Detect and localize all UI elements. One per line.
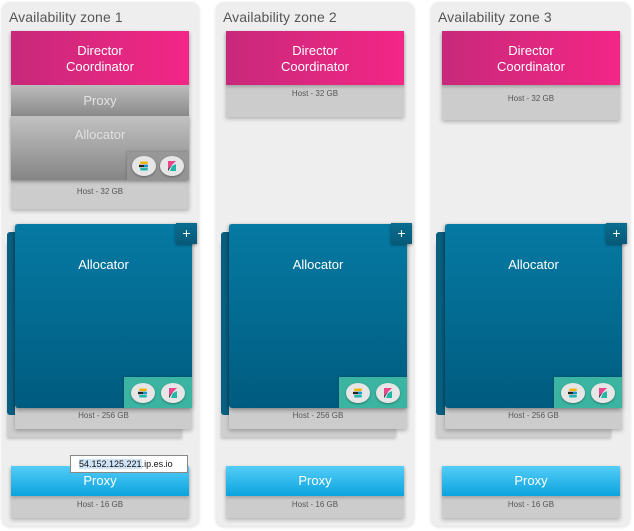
zone-title: Availability zone 3 [438,9,552,25]
host-16gb[interactable]: Proxy Host - 16 GB [442,466,620,518]
allocator-node-inactive[interactable]: Allocator [11,116,189,180]
host-label: Host - 32 GB [291,89,339,98]
host-256gb[interactable]: Allocator Host - 256 GB [15,224,192,429]
host-label: Host - 256 GB [292,411,344,420]
add-allocator-button[interactable]: + [606,223,627,244]
kibana-icon[interactable] [161,382,186,403]
instance-badges [554,377,622,408]
allocator-label: Allocator [292,257,344,272]
host-256gb[interactable]: Allocator Host - 256 GB [229,224,407,429]
instance-badges [124,377,192,408]
host-32gb[interactable]: Director Coordinator Host - 32 GB [226,31,404,117]
proxy-address-tooltip[interactable]: 54.152.125.221.ip.es.io [70,455,188,473]
host-16gb[interactable]: Proxy Host - 16 GB [226,466,404,518]
allocator-node[interactable]: Allocator [15,224,192,408]
proxy-label: Proxy [298,473,332,488]
host-label: Host - 256 GB [508,411,559,420]
host-32gb[interactable]: Director Coordinator Host - 32 GB [442,31,620,120]
allocator-label: Allocator [74,127,126,142]
director-label: Director [77,43,123,58]
allocator-label: Allocator [508,257,559,272]
director-label: Director [292,43,338,58]
elasticsearch-icon[interactable] [131,156,156,176]
host-label: Host - 16 GB [291,500,339,509]
host-32gb[interactable]: Director Coordinator Proxy Allocator Hos… [11,31,189,209]
host-label: Host - 32 GB [507,94,555,103]
host-16gb[interactable]: Proxy Host - 16 GB [11,466,189,518]
availability-zone-1: Availability zone 1 Director Coordinator… [2,2,199,526]
proxy-label: Proxy [514,473,548,488]
zone-title: Availability zone 1 [9,9,123,25]
host-256gb[interactable]: Allocator Host - 256 GB [445,224,622,429]
tooltip-selected-text: 54.152.125.221 [79,459,142,469]
add-allocator-button[interactable]: + [176,223,197,244]
add-allocator-button[interactable]: + [391,223,412,244]
director-coordinator-node[interactable]: Director Coordinator [11,31,189,85]
kibana-icon[interactable] [591,382,616,403]
proxy-label: Proxy [83,473,117,488]
availability-zone-3: Availability zone 3 Director Coordinator… [431,2,630,526]
proxy-node[interactable]: Proxy [226,466,404,496]
proxy-node[interactable]: Proxy [442,466,620,496]
instance-badges [339,377,407,408]
proxy-label: Proxy [83,93,117,108]
host-label: Host - 16 GB [507,500,555,509]
allocator-node[interactable]: Allocator [229,224,407,408]
allocator-node[interactable]: Allocator [445,224,622,408]
coordinator-label: Coordinator [281,59,349,74]
zone-title: Availability zone 2 [223,9,337,25]
host-label: Host - 32 GB [76,187,124,196]
host-label: Host - 256 GB [78,411,129,420]
director-coordinator-node[interactable]: Director Coordinator [226,31,404,85]
director-label: Director [508,43,554,58]
coordinator-label: Coordinator [497,59,565,74]
coordinator-label: Coordinator [66,59,134,74]
availability-zone-2: Availability zone 2 Director Coordinator… [216,2,414,526]
elasticsearch-icon[interactable] [345,382,370,403]
instance-badges [127,152,189,180]
kibana-icon[interactable] [376,382,401,403]
proxy-node-inactive[interactable]: Proxy [11,85,189,116]
allocator-label: Allocator [78,257,129,272]
tooltip-text: .ip.es.io [141,459,173,469]
elasticsearch-icon[interactable] [560,382,585,403]
host-label: Host - 16 GB [76,500,124,509]
director-coordinator-node[interactable]: Director Coordinator [442,31,620,85]
kibana-icon[interactable] [160,156,185,176]
elasticsearch-icon[interactable] [130,382,155,403]
